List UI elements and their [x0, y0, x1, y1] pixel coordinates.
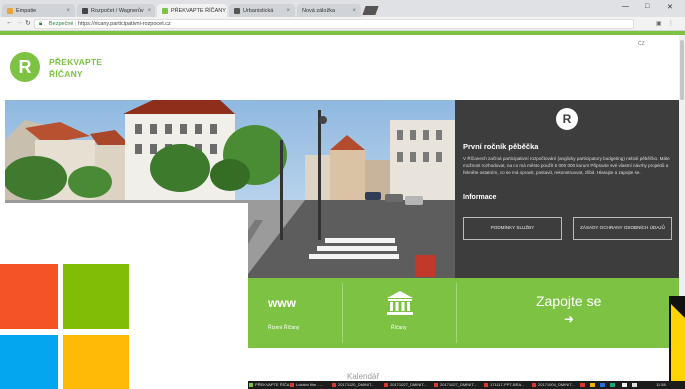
privacy-button-label: ZÁSADY OCHRANY OSOBNÍCH ÚDAJŮ — [580, 225, 665, 231]
arrow-right-icon[interactable]: ➜ — [564, 312, 574, 326]
favicon-icon — [7, 7, 13, 14]
tray-app-icon[interactable] — [610, 383, 615, 387]
taskbar-item-label: 20171027_DMINIT... — [440, 382, 477, 387]
taskbar-item[interactable]: 20171027_DMINIT... — [384, 382, 427, 387]
close-tab-icon[interactable]: × — [226, 8, 227, 14]
site-logo-line2[interactable]: ŘÍČANY — [49, 69, 83, 79]
back-arrow-icon[interactable]: ← — [6, 19, 13, 26]
tab-label: Empatie — [16, 7, 37, 14]
maximize-icon[interactable]: □ — [645, 3, 649, 10]
yellow-arrow-icon — [669, 296, 685, 389]
windows-logo-yellow-square — [63, 335, 129, 389]
band-divider — [342, 283, 343, 343]
taskbar-item[interactable]: 20171027_DMINIT... — [434, 382, 477, 387]
address-toolbar: ← → ↻ 🔒︎ Bezpečné | https://ricany.parti… — [0, 17, 685, 31]
windows-logo-red-square — [0, 264, 58, 329]
close-tab-icon[interactable]: × — [62, 8, 70, 14]
windows-logo-blue-square — [0, 335, 58, 389]
band-divider — [456, 283, 457, 343]
tray-app-icon[interactable] — [590, 383, 595, 387]
www-link[interactable]: www — [268, 296, 296, 310]
town-hall-icon[interactable] — [386, 290, 414, 321]
tray-app-icon[interactable] — [580, 383, 585, 387]
close-tab-icon[interactable]: × — [348, 8, 356, 14]
close-tab-icon[interactable]: × — [144, 8, 152, 14]
url-security-label: Bezpečné — [49, 21, 74, 27]
tab-label: PŘEKVAPTE ŘÍČANY — [171, 7, 226, 14]
windows-logo-overlay — [0, 203, 248, 389]
info-heading: Informace — [463, 194, 497, 201]
taskbar-item[interactable]: 20171120_DMINIT... — [332, 382, 374, 387]
close-window-icon[interactable]: ✕ — [667, 3, 673, 11]
terms-button-label: PODMÍNKY SLUŽBY — [490, 225, 535, 231]
town-hall-caption: Říčany — [391, 325, 407, 331]
tab-empatie[interactable]: Empatie × — [2, 4, 75, 17]
network-icon[interactable] — [622, 383, 627, 387]
language-switch[interactable]: CZ — [638, 41, 645, 47]
tab-urbanisticka[interactable]: Urbanistická × — [229, 4, 295, 17]
panel-title: První ročník pěběčka — [463, 142, 539, 151]
taskbar-item[interactable]: PŘEKVAPTE ŘÍČA... — [249, 382, 293, 387]
tab-nova-zalozka[interactable]: Nová záložka × — [297, 4, 361, 17]
calendar-heading: Kalendář — [347, 372, 380, 381]
panel-description: V Říčanech začíná participativní rozpočt… — [463, 156, 670, 176]
new-tab-button[interactable] — [362, 6, 379, 15]
scrollbar-thumb[interactable] — [680, 40, 684, 100]
minimize-icon[interactable]: — — [622, 3, 629, 10]
top-accent-line — [0, 31, 685, 35]
panel-logo-icon: R — [556, 108, 578, 130]
lock-icon: 🔒︎ — [39, 21, 43, 27]
taskbar-item[interactable]: 171117-PPT-BRA... — [484, 382, 525, 387]
site-logo-icon[interactable]: R — [10, 52, 40, 82]
tab-label: Urbanistická — [243, 7, 274, 14]
tab-label: Nová záložka — [302, 7, 336, 14]
privacy-button[interactable]: ZÁSADY OCHRANY OSOBNÍCH ÚDAJŮ — [573, 217, 672, 240]
volume-icon[interactable] — [632, 383, 637, 387]
taskbar-item[interactable]: 20171004_DMINIT... — [532, 382, 575, 387]
taskbar-item-label: 20171004_DMINIT... — [538, 382, 575, 387]
site-logo-line1[interactable]: PŘEKVAPTE — [49, 57, 102, 67]
reload-icon[interactable]: ↻ — [25, 19, 31, 27]
url-input[interactable]: 🔒︎ Bezpečné | https://ricany.participati… — [34, 19, 634, 29]
taskbar-item-label: Lokální film - ... — [296, 382, 324, 387]
favicon-icon — [82, 7, 88, 14]
taskbar-item-label: 20171027_DMINIT... — [390, 382, 427, 387]
forward-arrow-icon[interactable]: → — [16, 19, 23, 26]
favicon-icon — [234, 7, 240, 14]
taskbar-item-label: 20171120_DMINIT... — [338, 382, 375, 387]
www-caption: Řízení Říčany — [268, 325, 300, 331]
url-text: https://ricany.participativni-rozpocet.c… — [77, 21, 171, 27]
taskbar-item[interactable]: Lokální film - ... — [290, 382, 323, 387]
tab-label: Rozpočet / Wagnerův — [91, 7, 144, 14]
links-band — [247, 278, 679, 348]
join-cta-link[interactable]: Zapojte se — [536, 293, 601, 309]
windows-logo-green-square — [63, 264, 129, 329]
tab-prekvapte[interactable]: PŘEKVAPTE ŘÍČANY × — [157, 4, 227, 17]
tab-rozpocet[interactable]: Rozpočet / Wagnerův × — [77, 4, 155, 17]
taskbar-item-label: PŘEKVAPTE ŘÍČA... — [255, 382, 293, 387]
favicon-icon — [162, 7, 168, 14]
browser-tab-bar: Empatie × Rozpočet / Wagnerův × PŘEKVAPT… — [0, 0, 685, 17]
terms-button[interactable]: PODMÍNKY SLUŽBY — [463, 217, 562, 240]
taskbar-item-label: 171117-PPT-BRA... — [490, 382, 525, 387]
tray-app-icon[interactable] — [600, 383, 605, 387]
menu-icon[interactable]: ⋮ — [668, 20, 674, 27]
extension-icon[interactable]: ▣ — [656, 20, 662, 27]
taskbar-clock[interactable]: 11:58 — [656, 382, 666, 387]
close-tab-icon[interactable]: × — [282, 8, 290, 14]
